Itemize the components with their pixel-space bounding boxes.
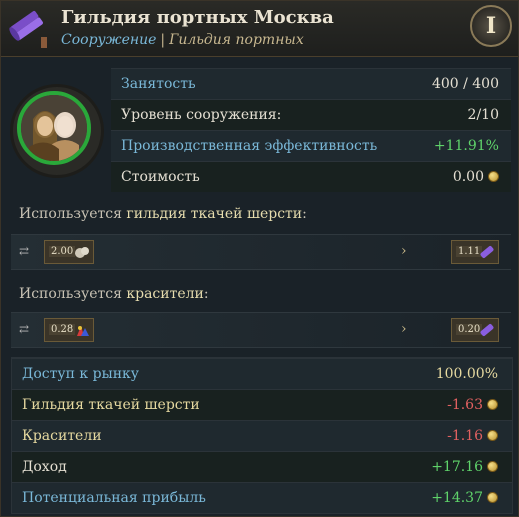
page-title: Гильдия портных Москва	[61, 7, 334, 28]
portrait-ring	[17, 91, 91, 165]
market-value-wrap: +14.37	[431, 483, 498, 513]
portrait-icon	[21, 95, 87, 161]
uses-prefix: Используется	[19, 206, 127, 222]
production-chain-dyes: ⇄ 0.28 › 0.20	[11, 312, 511, 348]
uses-good-name[interactable]: красители	[126, 286, 204, 302]
input-amount: 2.00	[49, 246, 76, 257]
coin-icon	[487, 461, 498, 472]
market-label: Гильдия ткачей шерсти	[22, 397, 200, 413]
chevron-right-icon: ›	[401, 243, 407, 259]
stat-row-level[interactable]: Уровень сооружения: 2/10	[111, 99, 511, 130]
uses-suffix: :	[302, 206, 307, 222]
coin-icon	[488, 171, 499, 182]
clothes-icon	[480, 246, 494, 258]
stat-label: Уровень сооружения:	[121, 107, 282, 123]
market-row-profit[interactable]: Потенциальная прибыль +14.37	[12, 482, 512, 513]
chevron-right-icon: ›	[401, 321, 407, 337]
market-row-income[interactable]: Доход +17.16	[12, 451, 512, 482]
output-good-chip[interactable]: 0.20	[451, 318, 499, 342]
stat-value: 2/10	[467, 107, 499, 123]
market-label: Красители	[22, 428, 102, 444]
stat-value-wrap: 0.00	[453, 162, 499, 192]
stat-row-employment[interactable]: Занятость 400 / 400	[111, 68, 511, 99]
breadcrumb-category-link[interactable]: Сооружение	[61, 32, 156, 48]
market-row-access[interactable]: Доступ к рынку 100.00%	[12, 358, 512, 389]
breadcrumb: Сооружение | Гильдия портных	[61, 32, 304, 48]
wool-icon	[75, 247, 89, 258]
stat-value: 0.00	[452, 169, 484, 185]
market-label: Доход	[22, 459, 67, 475]
market-value-wrap: +17.16	[431, 452, 498, 482]
stat-row-efficiency[interactable]: Производственная эффективность +11.91%	[111, 130, 511, 161]
market-value: 100.00%	[435, 366, 498, 382]
coin-icon	[487, 399, 498, 410]
stat-value: 400 / 400	[431, 76, 499, 92]
panel-header: Гильдия портных Москва Сооружение | Гильди…	[1, 1, 518, 57]
clothes-icon	[480, 324, 494, 336]
market-value: +14.37	[431, 490, 483, 506]
market-summary: Доступ к рынку 100.00% Гильдия ткачей ше…	[11, 357, 513, 514]
flow-icon: ⇄	[19, 322, 30, 336]
stat-row-cost[interactable]: Стоимость 0.00	[111, 161, 511, 192]
market-value-wrap: -1.63	[447, 390, 498, 420]
uses-label-dyes: Используется красители:	[19, 286, 209, 302]
stat-value: +11.91%	[433, 138, 499, 154]
building-stats: Занятость 400 / 400 Уровень сооружения: …	[111, 68, 511, 192]
market-label: Доступ к рынку	[22, 366, 140, 382]
output-good-chip[interactable]: 1.11	[451, 240, 499, 264]
input-good-chip[interactable]: 2.00	[44, 240, 94, 264]
input-amount: 0.28	[49, 324, 76, 335]
market-value-wrap: -1.16	[447, 421, 498, 451]
market-value: -1.63	[447, 397, 483, 413]
market-label: Потенциальная прибыль	[22, 490, 206, 506]
production-chain-wool: ⇄ 2.00 › 1.11	[11, 234, 511, 270]
breadcrumb-separator: |	[160, 32, 166, 48]
market-row-wool[interactable]: Гильдия ткачей шерсти -1.63	[12, 389, 512, 420]
breadcrumb-building-type: Гильдия портных	[169, 32, 304, 48]
stat-label: Производственная эффективность	[121, 138, 378, 154]
flow-icon: ⇄	[19, 244, 30, 258]
uses-prefix: Используется	[19, 286, 127, 302]
market-value: -1.16	[447, 428, 483, 444]
market-value: +17.16	[431, 459, 483, 475]
building-panel: Гильдия портных Москва Сооружение | Гильди…	[0, 0, 519, 517]
uses-suffix: :	[203, 286, 209, 302]
coin-icon	[487, 430, 498, 441]
dyes-icon	[77, 326, 89, 336]
building-icon	[9, 10, 47, 48]
coin-icon	[487, 492, 498, 503]
info-button[interactable]: I	[470, 5, 512, 47]
uses-label-wool: Используется гильдия ткачей шерсти:	[19, 206, 307, 222]
stat-label: Стоимость	[121, 169, 200, 185]
market-row-dyes[interactable]: Красители -1.16	[12, 420, 512, 451]
stat-label: Занятость	[121, 76, 196, 92]
uses-good-name[interactable]: гильдия ткачей шерсти	[126, 206, 302, 222]
input-good-chip[interactable]: 0.28	[44, 318, 94, 342]
owner-portrait[interactable]	[10, 84, 104, 178]
